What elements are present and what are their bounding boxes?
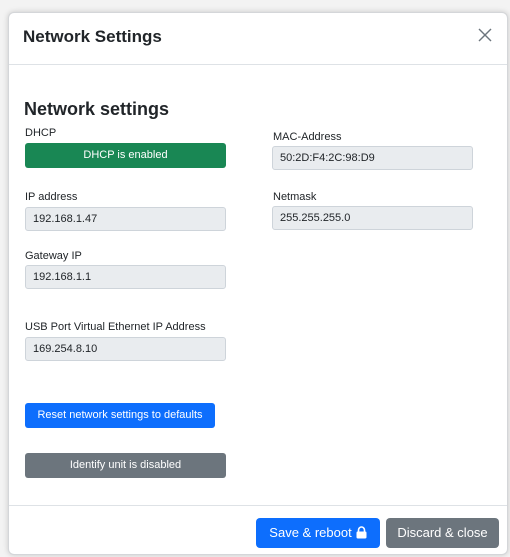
reset-network-settings-button[interactable]: Reset network settings to defaults bbox=[25, 403, 215, 428]
save-reboot-label: Save & reboot bbox=[269, 525, 352, 540]
identify-unit-button[interactable]: Identify unit is disabled bbox=[25, 453, 226, 478]
usb-ip-label: USB Port Virtual Ethernet IP Address bbox=[25, 321, 206, 333]
gateway-ip-label: Gateway IP bbox=[25, 250, 82, 262]
dialog-header: Network Settings bbox=[9, 13, 507, 65]
dialog-title: Network Settings bbox=[23, 27, 162, 46]
ip-address-field[interactable] bbox=[25, 207, 226, 231]
gateway-ip-field[interactable] bbox=[25, 265, 226, 289]
netmask-label: Netmask bbox=[273, 191, 317, 203]
ip-address-label: IP address bbox=[25, 191, 78, 203]
network-settings-dialog: Network Settings Network settings DHCP D… bbox=[8, 12, 508, 555]
dialog-footer: Save & reboot Discard & close bbox=[9, 505, 507, 556]
mac-address-label: MAC-Address bbox=[273, 131, 342, 143]
netmask-field[interactable] bbox=[272, 206, 473, 230]
save-reboot-button[interactable]: Save & reboot bbox=[256, 518, 380, 548]
dhcp-toggle-button[interactable]: DHCP is enabled bbox=[25, 143, 226, 168]
lock-icon bbox=[356, 520, 367, 550]
close-icon[interactable] bbox=[475, 25, 495, 45]
dhcp-label: DHCP bbox=[25, 127, 57, 139]
usb-ip-field[interactable] bbox=[25, 337, 226, 361]
discard-close-button[interactable]: Discard & close bbox=[386, 518, 499, 548]
section-title: Network settings bbox=[24, 99, 170, 119]
mac-address-field[interactable] bbox=[272, 146, 473, 170]
